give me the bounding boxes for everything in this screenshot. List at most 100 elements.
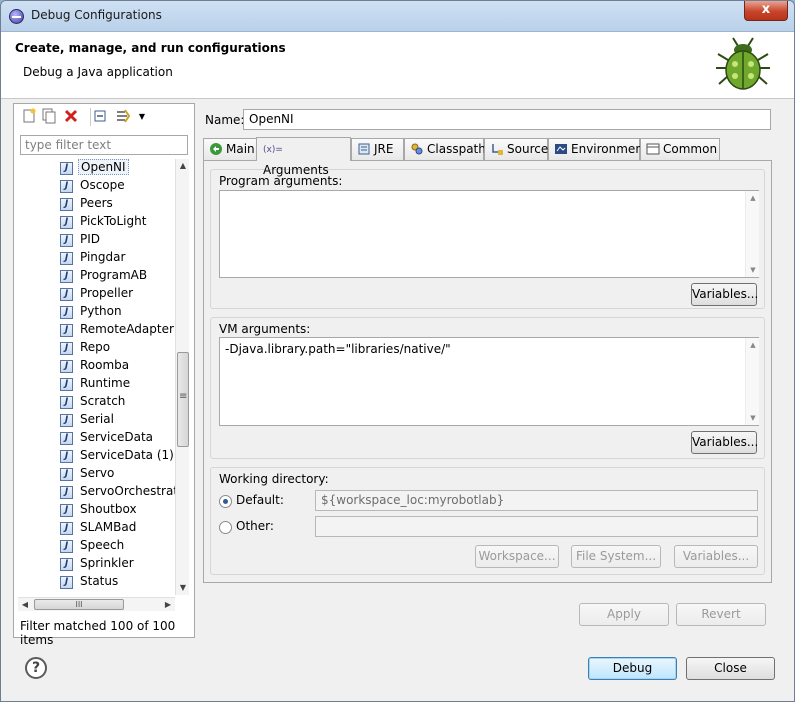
source-icon	[489, 142, 504, 157]
program-arguments-group: Program arguments: ▲ ▼ Variables...	[210, 169, 765, 309]
common-icon	[645, 142, 660, 157]
eclipse-icon	[9, 9, 24, 24]
filter-icon[interactable]	[114, 108, 132, 126]
java-app-icon: J	[60, 414, 73, 427]
delete-icon[interactable]	[62, 108, 80, 126]
scroll-right-icon[interactable]: ▶	[161, 598, 175, 612]
tree-item[interactable]: J RemoteAdapter	[58, 321, 175, 339]
window-title: Debug Configurations	[31, 8, 162, 22]
vm-arguments-textarea[interactable]: -Djava.library.path="libraries/native/"	[219, 337, 759, 426]
tree-item[interactable]: J Python	[58, 303, 175, 321]
tree-item[interactable]: J Servo	[58, 465, 175, 483]
tab-source[interactable]: Source	[484, 138, 548, 160]
tree-item[interactable]: J Roomba	[58, 357, 175, 375]
scroll-down-icon[interactable]: ▼	[176, 581, 190, 595]
vm-arguments-group: VM arguments: -Djava.library.path="libra…	[210, 317, 765, 459]
hscroll-thumb[interactable]: III	[34, 599, 124, 610]
tree-item[interactable]: J Scratch	[58, 393, 175, 411]
scroll-up-icon[interactable]: ▲	[746, 341, 760, 349]
tree-item[interactable]: J ServoOrchestratc	[58, 483, 175, 501]
default-radio[interactable]	[219, 495, 232, 508]
classpath-icon	[409, 142, 424, 157]
tree-item[interactable]: J ServiceData	[58, 429, 175, 447]
filter-input[interactable]	[20, 135, 188, 155]
java-app-icon: J	[60, 306, 73, 319]
tree-item[interactable]: J Repo	[58, 339, 175, 357]
java-app-icon: J	[60, 504, 73, 517]
java-app-icon: J	[60, 252, 73, 265]
revert-button[interactable]: Revert	[676, 603, 766, 626]
tree-item[interactable]: J Shoutbox	[58, 501, 175, 519]
name-input[interactable]: OpenNI	[243, 109, 771, 130]
debug-button[interactable]: Debug	[588, 657, 677, 680]
tree-item[interactable]: J Sprinkler	[58, 555, 175, 573]
tab-arguments[interactable]: (x)= Arguments	[256, 137, 351, 177]
tab-common[interactable]: Common	[640, 138, 720, 160]
scroll-down-icon[interactable]: ▼	[746, 414, 760, 422]
tab-jre[interactable]: JRE	[351, 138, 404, 160]
window-close-button[interactable]: x	[744, 1, 788, 21]
tree-item[interactable]: J SLAMBad	[58, 519, 175, 537]
help-icon[interactable]: ?	[25, 657, 47, 679]
tree-item[interactable]: J PID	[58, 231, 175, 249]
config-tabs: Main (x)= Arguments JRE Classpath Source…	[203, 137, 773, 177]
tree-item[interactable]: J Pingdar	[58, 249, 175, 267]
tree-vertical-scrollbar[interactable]: ▲ ▼	[175, 159, 189, 595]
workspace-button[interactable]: Workspace...	[475, 545, 559, 568]
file-system-button[interactable]: File System...	[571, 545, 661, 568]
java-app-icon: J	[60, 540, 73, 553]
program-arguments-textarea[interactable]	[219, 190, 759, 278]
tab-environment[interactable]: Environment	[548, 138, 648, 160]
scroll-up-icon[interactable]: ▲	[176, 159, 190, 173]
scroll-down-icon[interactable]: ▼	[746, 266, 760, 274]
scroll-left-icon[interactable]: ◀	[18, 598, 32, 612]
tree-horizontal-scrollbar[interactable]: ◀ III ▶	[18, 597, 175, 611]
other-radio[interactable]	[219, 521, 232, 534]
tree-item[interactable]: J ProgramAB	[58, 267, 175, 285]
new-config-icon[interactable]	[20, 108, 38, 126]
working-directory-label: Working directory:	[219, 472, 329, 486]
program-args-variables-button[interactable]: Variables...	[691, 283, 758, 306]
java-app-icon: J	[60, 378, 73, 391]
bug-icon	[716, 37, 770, 90]
java-app-icon: J	[60, 342, 73, 355]
tree-item[interactable]: J ServiceData (1)	[58, 447, 175, 465]
tab-main[interactable]: Main	[203, 138, 257, 160]
dropdown-icon[interactable]: ▼	[133, 108, 151, 126]
tab-classpath[interactable]: Classpath	[404, 138, 486, 160]
java-app-icon: J	[60, 522, 73, 535]
tree-item[interactable]: J Oscope	[58, 177, 175, 195]
tree-item[interactable]: J Status	[58, 573, 175, 591]
vm-args-scrollbar[interactable]: ▲ ▼	[745, 338, 759, 425]
arguments-tab-body: Program arguments: ▲ ▼ Variables... VM a…	[203, 160, 772, 583]
apply-button[interactable]: Apply	[579, 603, 669, 626]
tree-item[interactable]: J Runtime	[58, 375, 175, 393]
config-tree: J OpenNI J Oscope J Peers J PickToLight J PID…	[18, 159, 175, 595]
tree-item[interactable]: J Serial	[58, 411, 175, 429]
tree-item[interactable]: J Speech	[58, 537, 175, 555]
program-args-scrollbar[interactable]: ▲ ▼	[745, 191, 759, 277]
java-app-icon: J	[60, 324, 73, 337]
working-dir-variables-button[interactable]: Variables...	[674, 545, 758, 568]
java-app-icon: J	[60, 360, 73, 373]
working-directory-group: Working directory: Default: ${workspace_…	[210, 467, 765, 575]
close-button[interactable]: Close	[686, 657, 775, 680]
scroll-up-icon[interactable]: ▲	[746, 194, 760, 202]
other-directory-field[interactable]	[315, 516, 758, 537]
vm-args-variables-button[interactable]: Variables...	[691, 431, 758, 454]
tree-item-openni[interactable]: J OpenNI	[58, 159, 175, 177]
other-label: Other:	[236, 519, 274, 533]
dialog-header: Create, manage, and run configurations D…	[1, 32, 794, 99]
jre-icon	[356, 142, 371, 157]
scroll-thumb[interactable]	[177, 352, 189, 447]
filter-status: Filter matched 100 of 100 items	[20, 619, 176, 647]
arguments-icon: (x)=	[263, 145, 283, 155]
tree-item[interactable]: J Peers	[58, 195, 175, 213]
debug-configurations-window: Debug Configurations x Create, manage, a…	[0, 0, 795, 702]
collapse-all-icon[interactable]	[90, 108, 108, 126]
duplicate-icon[interactable]	[40, 108, 58, 126]
java-app-icon: J	[60, 432, 73, 445]
tree-item[interactable]: J Propeller	[58, 285, 175, 303]
tree-item[interactable]: J PickToLight	[58, 213, 175, 231]
java-app-icon: J	[60, 468, 73, 481]
